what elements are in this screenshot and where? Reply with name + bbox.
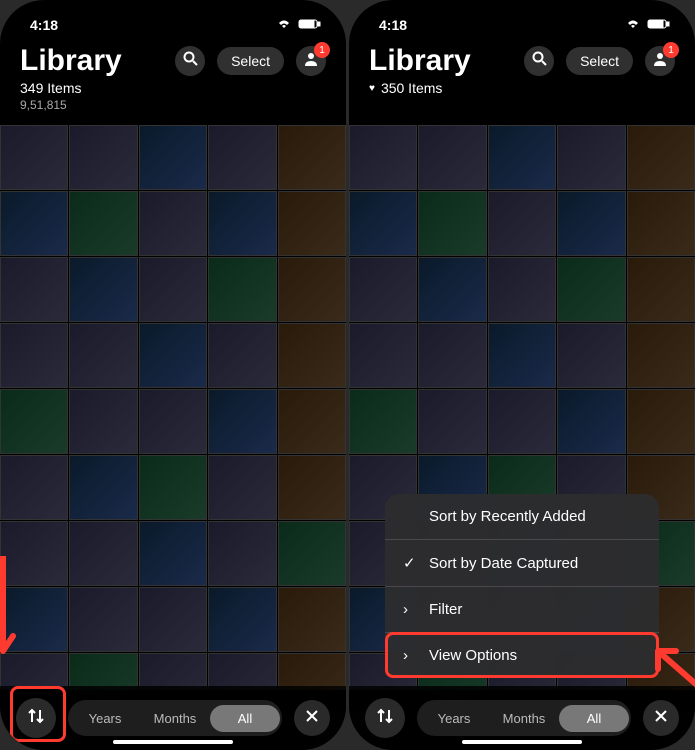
popup-filter[interactable]: › Filter xyxy=(385,587,659,633)
library-header: Library Select 1 ♥ 350 Items xyxy=(349,40,695,104)
heart-icon: ♥ xyxy=(369,83,375,94)
profile-button[interactable]: 1 xyxy=(645,46,675,76)
status-time: 4:18 xyxy=(379,17,407,33)
search-button[interactable] xyxy=(175,46,205,76)
close-button[interactable] xyxy=(294,700,330,736)
popup-item-label: View Options xyxy=(429,647,517,664)
page-title: Library xyxy=(369,44,471,78)
search-icon xyxy=(532,51,547,71)
sort-button[interactable] xyxy=(365,698,405,738)
chevron-right-icon: › xyxy=(403,647,419,664)
popup-sort-date-captured[interactable]: ✓ Sort by Date Captured xyxy=(385,540,659,587)
status-bar: 4:18 xyxy=(0,0,346,40)
home-indicator[interactable] xyxy=(113,740,233,744)
battery-icon xyxy=(647,17,671,33)
home-indicator[interactable] xyxy=(462,740,582,744)
photo-grid[interactable] xyxy=(0,125,346,690)
select-button[interactable]: Select xyxy=(566,47,633,75)
segment-all[interactable]: All xyxy=(559,705,629,732)
item-count: 349 Items xyxy=(20,80,326,96)
chevron-right-icon: › xyxy=(403,601,419,618)
close-icon xyxy=(306,709,318,727)
notification-badge: 1 xyxy=(314,42,330,58)
popup-sort-recently-added[interactable]: Sort by Recently Added xyxy=(385,494,659,540)
sort-arrows-icon xyxy=(27,707,45,730)
sub-number: 9,51,815 xyxy=(20,98,326,112)
wifi-icon xyxy=(625,17,641,33)
popup-item-label: Filter xyxy=(429,601,462,618)
popup-item-label: Sort by Recently Added xyxy=(429,508,586,525)
sort-popup-menu: Sort by Recently Added ✓ Sort by Date Ca… xyxy=(385,494,659,678)
battery-icon xyxy=(298,17,322,33)
sort-arrows-icon xyxy=(376,707,394,730)
segment-years[interactable]: Years xyxy=(419,705,489,732)
sort-button[interactable] xyxy=(16,698,56,738)
notification-badge: 1 xyxy=(663,42,679,58)
time-segmented-control[interactable]: Years Months All xyxy=(417,700,631,736)
segment-all[interactable]: All xyxy=(210,705,280,732)
library-header: Library Select 1 349 Items 9,51,815 xyxy=(0,40,346,120)
phone-screenshot-right: 4:18 Library Select 1 ♥ 350 Items xyxy=(349,0,695,750)
segment-months[interactable]: Months xyxy=(489,705,559,732)
wifi-icon xyxy=(276,17,292,33)
segment-months[interactable]: Months xyxy=(140,705,210,732)
time-segmented-control[interactable]: Years Months All xyxy=(68,700,282,736)
close-button[interactable] xyxy=(643,700,679,736)
search-button[interactable] xyxy=(524,46,554,76)
phone-screenshot-left: 4:18 Library Select 1 349 Items 9,51,815 xyxy=(0,0,346,750)
item-count: ♥ 350 Items xyxy=(369,80,675,96)
page-title: Library xyxy=(20,44,122,78)
popup-view-options[interactable]: › View Options xyxy=(385,633,659,678)
profile-button[interactable]: 1 xyxy=(296,46,326,76)
popup-item-label: Sort by Date Captured xyxy=(429,555,578,572)
checkmark-icon: ✓ xyxy=(403,554,419,572)
search-icon xyxy=(183,51,198,71)
status-bar: 4:18 xyxy=(349,0,695,40)
status-time: 4:18 xyxy=(30,17,58,33)
select-button[interactable]: Select xyxy=(217,47,284,75)
segment-years[interactable]: Years xyxy=(70,705,140,732)
close-icon xyxy=(655,709,667,727)
